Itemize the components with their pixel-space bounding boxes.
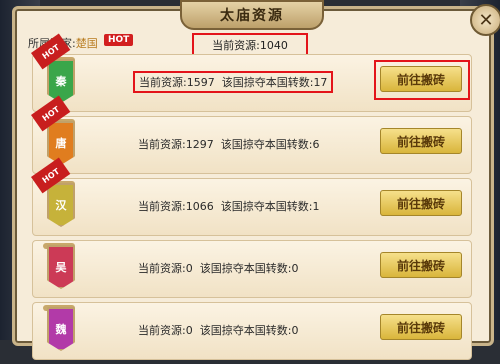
resource-value: 0 [185,262,193,275]
country-resource-info: 当前资源:1066 该国掠夺本国转数:1 [138,198,319,214]
country-banner-icon: 魏 [47,307,75,351]
close-icon[interactable]: ✕ [470,4,500,36]
resource-value: 1597 [186,76,215,89]
country-row: 唐 HOT 当前资源:1297 该国掠夺本国转数:6 前往搬砖 [31,95,472,174]
panel-title: 太庙资源 [180,0,324,30]
plunder-value: 17 [313,76,328,89]
country-row: 秦 HOT 当前资源:1597 该国掠夺本国转数:17 前往搬砖 [31,33,472,112]
country-row: 汉 HOT 当前资源:1066 该国掠夺本国转数:1 前往搬砖 [31,157,472,236]
go-move-bricks-button[interactable]: 前往搬砖 [380,66,462,92]
country-banner-icon: 汉 [47,183,75,227]
resource-value: 0 [185,324,193,337]
country-resource-info: 当前资源:1297 该国掠夺本国转数:6 [138,136,319,152]
go-move-bricks-button[interactable]: 前往搬砖 [380,128,462,154]
plunder-label: 该国掠夺本国转数: [199,324,292,337]
country-banner-icon: 秦 [47,59,75,103]
plunder-label: 该国掠夺本国转数: [221,76,314,89]
resource-label: 当前资源: [138,324,186,337]
country-name: 楚国 [75,37,98,50]
country-resource-info: 当前资源:1597 该国掠夺本国转数:17 [133,71,334,93]
resource-label: 当前资源: [138,262,186,275]
country-banner-icon: 吴 [47,245,75,289]
country-row: 吴当前资源:0 该国掠夺本国转数:0 前往搬砖 [32,240,472,298]
plunder-value: 1 [312,200,320,213]
resource-value: 1066 [185,200,214,213]
plunder-value: 6 [312,138,320,151]
country-row: 魏当前资源:0 该国掠夺本国转数:0 前往搬砖 [32,302,472,360]
country-list: 秦 HOT 当前资源:1597 该国掠夺本国转数:17 前往搬砖唐 HOT 当前资源:12… [31,33,472,364]
hot-badge: HOT [104,34,134,46]
plunder-value: 0 [291,262,299,275]
plunder-label: 该国掠夺本国转数: [220,200,313,213]
plunder-value: 0 [291,324,299,337]
country-resource-info: 当前资源:0 该国掠夺本国转数:0 [138,322,298,338]
country-resource-info: 当前资源:0 该国掠夺本国转数:0 [138,260,298,276]
go-move-bricks-button[interactable]: 前往搬砖 [380,252,462,278]
country-banner-icon: 唐 [47,121,75,165]
resource-label: 当前资源: [138,138,186,151]
go-move-bricks-button[interactable]: 前往搬砖 [380,314,462,340]
resource-label: 当前资源: [139,76,187,89]
plunder-label: 该国掠夺本国转数: [199,262,292,275]
resource-value: 1297 [185,138,214,151]
resource-label: 当前资源: [138,200,186,213]
go-move-bricks-button[interactable]: 前往搬砖 [380,190,462,216]
plunder-label: 该国掠夺本国转数: [220,138,313,151]
